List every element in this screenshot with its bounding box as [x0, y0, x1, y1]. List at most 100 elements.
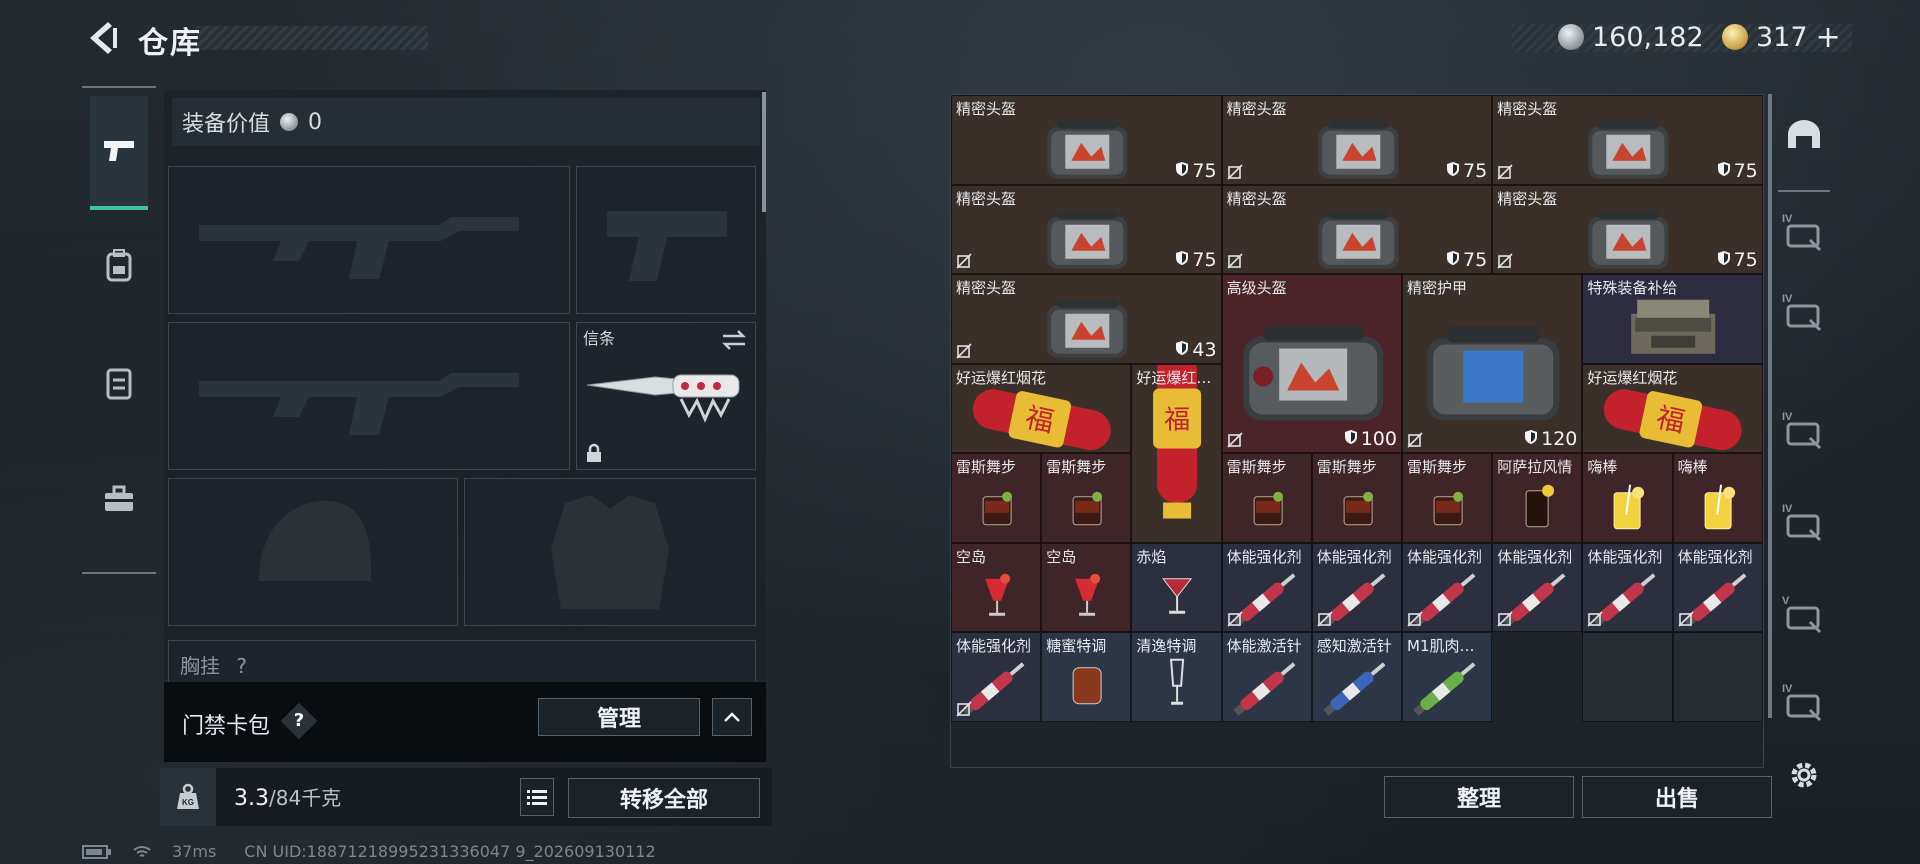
chest-rig-help-icon[interactable]: ? — [236, 654, 247, 678]
item-name: 雷斯舞步 — [956, 458, 1017, 476]
battery-icon — [82, 844, 111, 859]
inventory-item[interactable]: 体能强化剂 — [1221, 542, 1312, 632]
inventory-item[interactable]: 体能强化剂 — [1582, 542, 1673, 632]
inventory-item[interactable]: 体能强化剂 — [1311, 542, 1402, 632]
inventory-item[interactable]: 体能强化剂 — [1672, 542, 1763, 632]
shield-icon — [1175, 160, 1189, 182]
tab-backpack[interactable] — [90, 210, 148, 320]
armor-slot[interactable] — [464, 478, 756, 626]
svg-text:福: 福 — [1164, 405, 1190, 435]
inventory-item[interactable]: 雷斯舞步 — [951, 453, 1042, 543]
inventory-item[interactable]: 特殊装备补给 — [1582, 274, 1763, 364]
container-tab[interactable] — [1778, 100, 1830, 170]
container-tab[interactable]: IV — [1778, 660, 1830, 744]
inventory-item[interactable]: 精密头盔 75 — [951, 184, 1222, 274]
inventory-item[interactable]: 精密头盔 75 — [1492, 95, 1763, 185]
empty-slot[interactable] — [1672, 632, 1763, 722]
item-name: 体能强化剂 — [1677, 547, 1753, 566]
durability-value: 75 — [1733, 159, 1758, 182]
weight-icon: KG — [177, 783, 199, 809]
tab-weapons[interactable] — [90, 96, 148, 210]
inventory-item[interactable]: 雷斯舞步 — [1311, 453, 1402, 543]
inventory-item[interactable]: 福 好运爆红… — [1131, 363, 1222, 543]
wifi-icon — [133, 845, 151, 857]
unsellable-icon — [1227, 163, 1243, 180]
svg-text:KG: KG — [182, 798, 194, 807]
item-name: 体能强化剂 — [1497, 547, 1573, 566]
inventory-item[interactable]: 福好运爆红烟花 — [951, 363, 1132, 453]
inventory-item[interactable]: 精密头盔 43 — [951, 274, 1222, 364]
list-icon — [527, 790, 547, 805]
container-tab[interactable]: IV — [1778, 190, 1830, 274]
inventory-item[interactable]: 清逸特调 — [1131, 632, 1222, 722]
melee-slot[interactable]: 信条 — [576, 322, 756, 470]
container-tab[interactable]: IV — [1778, 270, 1830, 354]
svg-text:IV: IV — [1782, 411, 1793, 423]
inventory-item[interactable]: 赤焰 — [1131, 542, 1222, 632]
tier4-helmet-cart-icon: IV — [1782, 503, 1822, 542]
inventory-item[interactable]: 空岛 — [1041, 542, 1132, 632]
gold-add-button[interactable]: + — [1816, 20, 1841, 55]
settings-button[interactable] — [1778, 740, 1830, 810]
inventory-item[interactable]: 精密头盔 75 — [951, 95, 1222, 185]
inventory-item[interactable]: 空岛 — [951, 542, 1042, 632]
pistol-slot[interactable] — [576, 166, 756, 314]
chest-rig-slot[interactable] — [168, 640, 756, 684]
capacity-bar: KG 3.3/84千克 转移全部 — [160, 768, 772, 826]
inventory-item[interactable]: 精密护甲 120 — [1402, 274, 1583, 453]
inventory-item[interactable]: 体能强化剂 — [1402, 542, 1493, 632]
swap-icon[interactable] — [721, 329, 747, 351]
primary-weapon-slot[interactable] — [168, 166, 570, 314]
container-tab[interactable]: V — [1778, 572, 1830, 656]
inventory-item[interactable]: 精密头盔 75 — [1492, 184, 1763, 274]
inventory-item[interactable]: 体能强化剂 — [951, 632, 1042, 722]
inventory-item[interactable]: 阿萨拉风情 — [1492, 453, 1583, 543]
inventory-item[interactable]: 体能强化剂 — [1492, 542, 1583, 632]
container-tab[interactable]: IV — [1778, 480, 1830, 564]
container-tab[interactable]: IV — [1778, 388, 1830, 472]
inventory-item[interactable]: M1肌肉… — [1402, 632, 1493, 722]
inventory-item[interactable]: 雷斯舞步 — [1221, 453, 1312, 543]
list-view-button[interactable] — [520, 778, 554, 816]
sort-button[interactable]: 整理 — [1384, 776, 1574, 818]
transfer-all-button[interactable]: 转移全部 — [568, 778, 760, 818]
inventory-scrollbar[interactable] — [1768, 94, 1772, 718]
gold-currency[interactable]: 317 + — [1722, 20, 1841, 55]
manage-button[interactable]: 管理 — [538, 698, 700, 736]
item-name: 空岛 — [1046, 547, 1077, 566]
item-name: 好运爆红… — [1136, 368, 1212, 387]
empty-slot[interactable] — [1582, 632, 1673, 722]
keycard-bar: 门禁卡包 ? 管理 — [164, 682, 766, 762]
item-name: 体能激活针 — [1226, 637, 1302, 655]
tab-toolbox[interactable] — [90, 444, 148, 554]
keycard-help-button[interactable]: ? — [280, 702, 318, 740]
item-name: 好运爆红烟花 — [1587, 368, 1678, 387]
inventory-item[interactable]: 体能激活针 — [1221, 632, 1312, 722]
inventory-item[interactable]: 嗨棒 — [1582, 453, 1673, 543]
inventory-item[interactable]: 精密头盔 75 — [1221, 95, 1493, 185]
inventory-item[interactable]: 高级头盔 100 — [1221, 274, 1402, 453]
item-name: 糖蜜特调 — [1046, 637, 1107, 655]
inventory-item[interactable]: 糖蜜特调 — [1041, 632, 1132, 722]
inventory-item[interactable]: 感知激活针 — [1311, 632, 1402, 722]
inventory-item[interactable]: 精密头盔 75 — [1221, 184, 1493, 274]
collapse-button[interactable] — [712, 698, 752, 736]
item-durability: 75 — [1175, 249, 1217, 271]
knife-icon — [586, 374, 740, 423]
inventory-item[interactable]: 雷斯舞步 — [1041, 453, 1132, 543]
equipment-scrollbar[interactable] — [762, 92, 766, 212]
helmet-slot[interactable] — [168, 478, 458, 626]
tab-vest[interactable] — [90, 328, 148, 438]
svg-text:IV: IV — [1782, 683, 1793, 695]
item-name: 精密头盔 — [1497, 189, 1558, 208]
sell-button[interactable]: 出售 — [1582, 776, 1772, 818]
item-durability: 75 — [1717, 160, 1758, 182]
item-name: 精密头盔 — [956, 189, 1017, 208]
back-button[interactable] — [82, 18, 118, 58]
secondary-weapon-slot[interactable] — [168, 322, 570, 470]
inventory-item[interactable]: 雷斯舞步 — [1402, 453, 1493, 543]
shield-icon — [1175, 249, 1189, 271]
unsellable-icon — [956, 342, 972, 359]
inventory-item[interactable]: 福好运爆红烟花 — [1582, 363, 1763, 453]
inventory-item[interactable]: 嗨棒 — [1672, 453, 1763, 543]
